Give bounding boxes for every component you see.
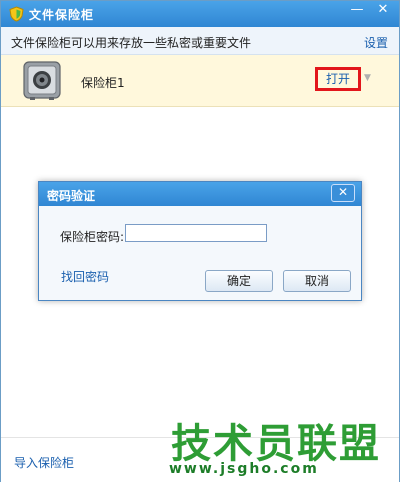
minimize-button[interactable]: — xyxy=(345,1,369,21)
window-title: 文件保险柜 xyxy=(29,8,95,22)
chevron-down-icon[interactable]: ▼ xyxy=(364,73,371,83)
window-titlebar[interactable]: 文件保险柜 — ✕ xyxy=(1,1,399,27)
ok-button[interactable]: 确定 xyxy=(205,270,273,292)
close-button[interactable]: ✕ xyxy=(371,1,395,21)
settings-link[interactable]: 设置 xyxy=(364,34,388,51)
dialog-title: 密码验证 xyxy=(47,189,96,203)
import-vault-link[interactable]: 导入保险柜 xyxy=(14,454,74,471)
file-vault-window: 文件保险柜 — ✕ 文件保险柜可以用来存放一些私密或重要文件 设置 保险柜1 打… xyxy=(0,0,400,482)
open-vault-button[interactable]: 打开 xyxy=(315,67,361,91)
dialog-body: 保险柜密码: 找回密码 确定 取消 xyxy=(39,206,361,300)
password-label: 保险柜密码: xyxy=(60,230,125,244)
password-input[interactable] xyxy=(125,224,267,242)
watermark-url: www.jsgho.com xyxy=(169,461,319,477)
safe-icon xyxy=(23,61,61,100)
vault-name: 保险柜1 xyxy=(81,76,125,90)
recover-password-link[interactable]: 找回密码 xyxy=(61,268,109,285)
dialog-close-button[interactable]: ✕ xyxy=(331,184,355,202)
info-bar: 文件保险柜可以用来存放一些私密或重要文件 设置 xyxy=(1,27,399,55)
vault-list-item[interactable]: 保险柜1 打开 ▼ xyxy=(1,55,399,107)
dialog-titlebar[interactable]: 密码验证 ✕ xyxy=(39,182,361,206)
password-verify-dialog: 密码验证 ✕ 保险柜密码: 找回密码 确定 取消 xyxy=(38,181,362,301)
info-description: 文件保险柜可以用来存放一些私密或重要文件 xyxy=(11,36,252,50)
cancel-button[interactable]: 取消 xyxy=(283,270,351,292)
shield-icon xyxy=(9,6,24,22)
